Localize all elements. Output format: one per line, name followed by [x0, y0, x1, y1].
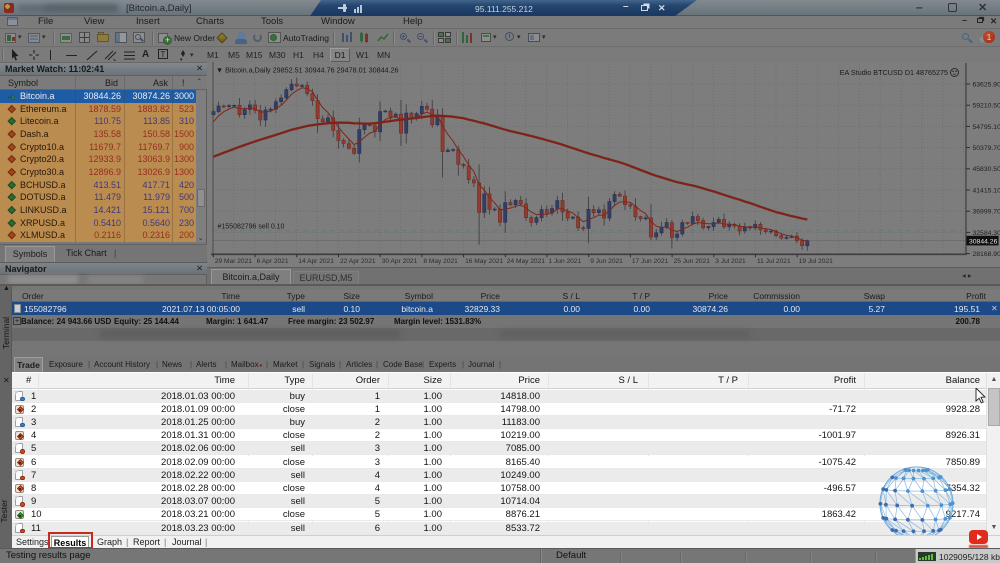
svg-text:28168.90: 28168.90: [973, 251, 1000, 258]
svg-text:29 Mar 2021: 29 Mar 2021: [215, 258, 252, 265]
svg-text:59210.50: 59210.50: [973, 103, 1000, 110]
svg-text:22 Apr 2021: 22 Apr 2021: [340, 258, 376, 265]
svg-text:25 Jun 2021: 25 Jun 2021: [674, 258, 711, 265]
svg-text:14 Apr 2021: 14 Apr 2021: [298, 258, 334, 265]
svg-text:50379.70: 50379.70: [973, 145, 1000, 152]
svg-text:11 Jul 2021: 11 Jul 2021: [757, 258, 791, 265]
svg-text:24 May 2021: 24 May 2021: [507, 258, 545, 265]
svg-text:3 Jul 2021: 3 Jul 2021: [715, 258, 746, 265]
svg-text:30 Apr 2021: 30 Apr 2021: [382, 258, 418, 265]
svg-text:8 May 2021: 8 May 2021: [423, 258, 458, 265]
svg-text:36999.70: 36999.70: [973, 209, 1000, 216]
svg-text:54795.10: 54795.10: [973, 124, 1000, 131]
svg-text:45830.50: 45830.50: [973, 166, 1000, 173]
svg-text:#155082796 sell 0.10: #155082796 sell 0.10: [218, 224, 285, 231]
svg-text:19 Jul 2021: 19 Jul 2021: [799, 258, 833, 265]
svg-text:41415.10: 41415.10: [973, 187, 1000, 194]
svg-text:63625.90: 63625.90: [973, 81, 1000, 88]
svg-text:EA Studio BTCUSD D1 48765275: EA Studio BTCUSD D1 48765275: [840, 68, 948, 77]
svg-text:30844.26: 30844.26: [969, 238, 998, 245]
svg-text:6 Apr 2021: 6 Apr 2021: [257, 258, 289, 265]
svg-text:17 Jun 2021: 17 Jun 2021: [632, 258, 669, 265]
svg-text:16 May 2021: 16 May 2021: [465, 258, 503, 265]
svg-text:▼ Bitcoin.a,Daily 29852.51 30: ▼ Bitcoin.a,Daily 29852.51 30944.76 2947…: [216, 66, 399, 75]
svg-text:32584.30: 32584.30: [973, 230, 1000, 237]
svg-text:9 Jun 2021: 9 Jun 2021: [590, 258, 623, 265]
svg-text:1 Jun 2021: 1 Jun 2021: [549, 258, 582, 265]
